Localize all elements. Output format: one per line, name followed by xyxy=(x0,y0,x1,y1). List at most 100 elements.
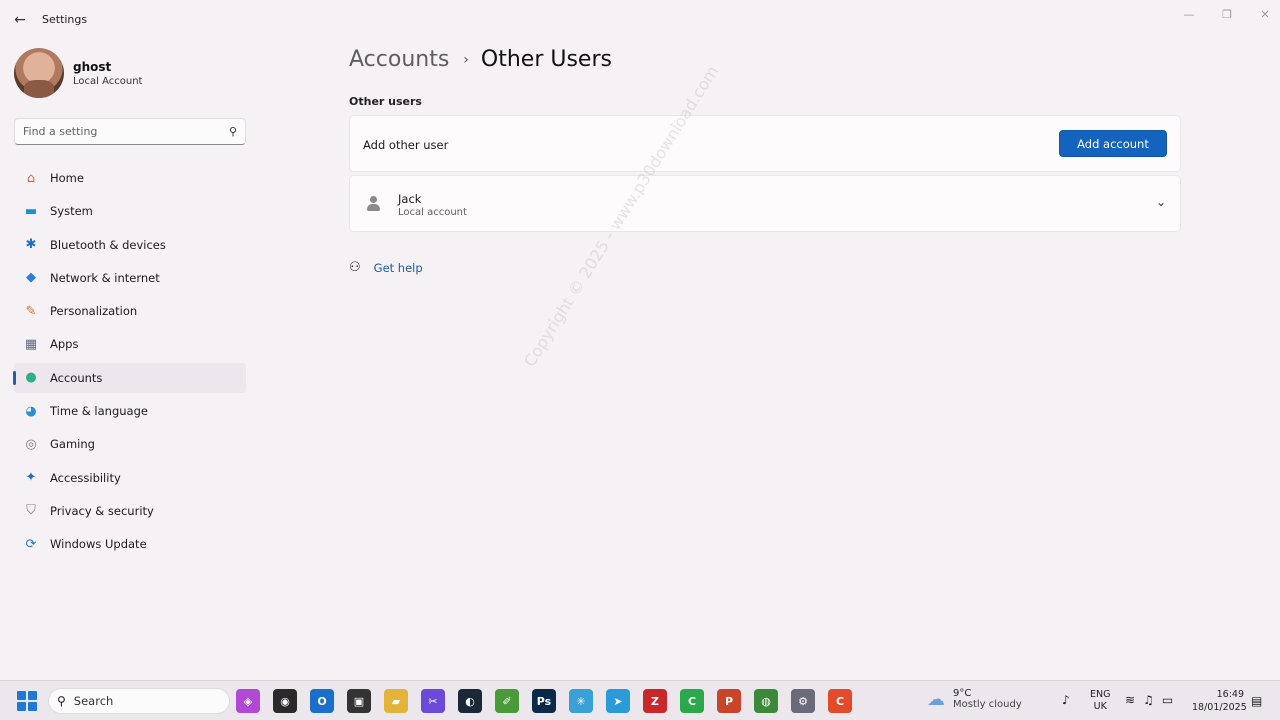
taskbar-app-obs[interactable]: ◉ xyxy=(273,689,297,713)
clock-date: 18/01/2025 xyxy=(1192,702,1247,713)
taskbar-app-terminal[interactable]: ▣ xyxy=(347,689,371,713)
sidebar-item-label: Network & internet xyxy=(50,270,160,285)
taskbar-app-powerpoint[interactable]: P xyxy=(717,689,741,713)
get-help[interactable]: ⚇ Get help xyxy=(349,260,423,275)
maximize-icon: ❐ xyxy=(1222,7,1232,21)
sidebar-item-network-internet[interactable]: ◆ Network & internet xyxy=(14,263,246,293)
sidebar-item-privacy-security[interactable]: ⛉ Privacy & security xyxy=(14,496,246,526)
sidebar-item-bluetooth-devices[interactable]: ✱ Bluetooth & devices xyxy=(14,230,246,260)
start-button[interactable] xyxy=(17,691,37,711)
taskbar: ⚲ Search ◈ ◉ O ▣ ▰ ✂ ◐ ✐ Ps ✳ ➤ Z C P ◍ ⚙ C ☁ 9°C Mostly… xyxy=(0,680,1280,720)
minimize-button[interactable]: — xyxy=(1178,6,1200,22)
chevron-down-icon[interactable]: ⌄ xyxy=(1156,195,1166,209)
sidebar-nav: ⌂ Home ▬ System ✱ Bluetooth & devices ◆ Network… xyxy=(13,163,246,563)
sidebar-item-label: Apps xyxy=(50,337,79,352)
taskbar-app-photoshop[interactable]: Ps xyxy=(532,689,556,713)
search-icon[interactable]: ⚲ xyxy=(229,125,237,138)
taskbar-app-settings[interactable]: ⚙ xyxy=(791,689,815,713)
taskbar-search[interactable]: ⚲ Search xyxy=(48,688,230,714)
maximize-button[interactable]: ❐ xyxy=(1216,6,1238,22)
bluetooth-icon: ✱ xyxy=(25,237,37,253)
accessibility-icon: ✦ xyxy=(25,470,37,486)
taskbar-app-explorer[interactable]: ▰ xyxy=(384,689,408,713)
clock[interactable]: 16:49 18/01/2025 xyxy=(1192,688,1247,714)
sidebar-item-gaming[interactable]: ◎ Gaming xyxy=(14,429,246,459)
breadcrumb-parent[interactable]: Accounts xyxy=(349,47,449,72)
taskbar-app-notepad[interactable]: ✐ xyxy=(495,689,519,713)
taskbar-app-recorder[interactable]: C xyxy=(828,689,852,713)
taskbar-app-camtasia[interactable]: C xyxy=(680,689,704,713)
sidebar-item-label: Home xyxy=(50,171,84,185)
weather-desc: Mostly cloudy xyxy=(953,699,1022,710)
update-icon: ⟳ xyxy=(25,536,37,552)
volume-icon: ♫ xyxy=(1143,693,1154,707)
sidebar-item-time-language[interactable]: ◕ Time & language xyxy=(14,396,246,426)
sidebar-item-label: Time & language xyxy=(50,404,148,419)
taskbar-app-telegram[interactable]: ➤ xyxy=(606,689,630,713)
taskbar-app-steam[interactable]: ◐ xyxy=(458,689,482,713)
user-profile[interactable]: ghost Local Account xyxy=(14,48,142,98)
breadcrumb: Accounts › Other Users xyxy=(349,47,612,72)
page-title: Other Users xyxy=(480,47,612,72)
user-name: Jack xyxy=(398,192,422,206)
wifi-icon: ≋ xyxy=(1125,693,1136,707)
taskbar-app-copilot[interactable]: ◈ xyxy=(236,689,260,713)
language-indicator[interactable]: ENG UK xyxy=(1090,689,1110,713)
taskbar-app-filezilla[interactable]: Z xyxy=(643,689,667,713)
taskbar-apps: ◈ ◉ O ▣ ▰ ✂ ◐ ✐ Ps ✳ ➤ Z C P ◍ ⚙ C xyxy=(236,689,865,713)
profile-account-type: Local Account xyxy=(73,75,143,87)
mic-icon[interactable]: ♪ xyxy=(1062,693,1070,707)
taskbar-search-label: Search xyxy=(73,694,114,708)
globe-clock-icon: ◕ xyxy=(25,403,37,419)
avatar xyxy=(14,48,64,98)
system-tray[interactable]: ≋ ♫ ▭ xyxy=(1125,693,1181,707)
get-help-link[interactable]: Get help xyxy=(374,261,423,275)
sidebar-item-personalization[interactable]: ✎ Personalization xyxy=(14,296,246,326)
sidebar-item-accounts[interactable]: ● Accounts xyxy=(13,362,246,393)
sidebar-item-label: Bluetooth & devices xyxy=(50,237,166,252)
user-card-jack[interactable]: Jack Local account ⌄ xyxy=(349,175,1181,232)
app-title: Settings xyxy=(42,13,88,26)
sidebar-item-label: Windows Update xyxy=(50,537,147,552)
sidebar-item-apps[interactable]: ▦ Apps xyxy=(14,329,246,359)
search-icon: ⚲ xyxy=(57,694,66,708)
weather-widget[interactable]: ☁ 9°C Mostly cloudy xyxy=(927,688,1022,710)
sidebar-item-label: Personalization xyxy=(50,304,138,319)
title-bar: ← Settings — ❐ ✕ xyxy=(0,0,1280,40)
taskbar-app-outlook[interactable]: O xyxy=(310,689,334,713)
section-label-other-users: Other users xyxy=(349,95,422,108)
battery-icon: ▭ xyxy=(1161,693,1174,707)
wifi-icon: ◆ xyxy=(26,270,36,286)
home-icon: ⌂ xyxy=(26,170,36,186)
sidebar-item-label: Gaming xyxy=(50,437,95,452)
weather-temp: 9°C xyxy=(953,688,972,699)
language-region: UK xyxy=(1093,701,1107,712)
search-input[interactable] xyxy=(23,125,229,138)
sidebar-item-accessibility[interactable]: ✦ Accessibility xyxy=(14,463,246,493)
notification-icon[interactable]: ▤ xyxy=(1251,694,1262,708)
sidebar-item-label: System xyxy=(50,204,93,219)
taskbar-app-chrome[interactable]: ◍ xyxy=(754,689,778,713)
taskbar-app-snowflake[interactable]: ✳ xyxy=(569,689,593,713)
back-button[interactable]: ← xyxy=(10,10,30,30)
sidebar-item-label: Accounts xyxy=(50,370,103,385)
close-button[interactable]: ✕ xyxy=(1254,6,1276,22)
apps-icon: ▦ xyxy=(24,336,38,352)
cloud-icon: ☁ xyxy=(927,688,945,710)
clock-time: 16:49 xyxy=(1216,689,1244,700)
person-icon xyxy=(366,196,380,212)
sidebar-item-home[interactable]: ⌂ Home xyxy=(14,163,246,193)
chevron-right-icon: › xyxy=(463,51,469,68)
language-code: ENG xyxy=(1090,689,1111,700)
close-icon: ✕ xyxy=(1260,7,1270,21)
sidebar-item-system[interactable]: ▬ System xyxy=(14,196,246,226)
accounts-icon: ● xyxy=(25,370,37,386)
help-chat-icon: ⚇ xyxy=(349,260,361,275)
shield-icon: ⛉ xyxy=(26,503,36,519)
taskbar-app-snipping[interactable]: ✂ xyxy=(421,689,445,713)
settings-search[interactable]: ⚲ xyxy=(14,118,246,145)
sidebar-item-windows-update[interactable]: ⟳ Windows Update xyxy=(14,529,246,559)
minimize-icon: — xyxy=(1183,7,1195,21)
brush-icon: ✎ xyxy=(25,303,37,319)
add-account-button[interactable]: Add account xyxy=(1059,130,1167,157)
